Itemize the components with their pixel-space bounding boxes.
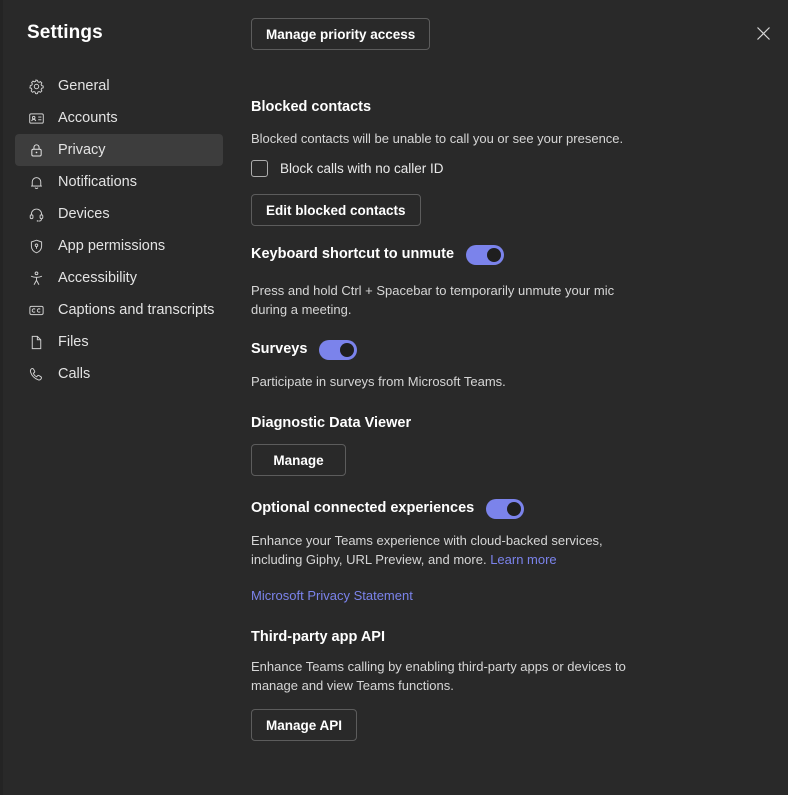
microsoft-privacy-statement-link[interactable]: Microsoft Privacy Statement — [251, 588, 413, 603]
sidebar-item-captions-and-transcripts[interactable]: Captions and transcripts — [15, 294, 223, 326]
block-no-caller-id-label: Block calls with no caller ID — [280, 161, 444, 176]
edit-blocked-contacts-button[interactable]: Edit blocked contacts — [251, 194, 421, 226]
learn-more-link[interactable]: Learn more — [490, 552, 556, 567]
sidebar-item-label: Calls — [58, 365, 91, 382]
sidebar-item-app-permissions[interactable]: App permissions — [15, 230, 223, 262]
sidebar-item-privacy[interactable]: Privacy — [15, 134, 223, 166]
sidebar-item-files[interactable]: Files — [15, 326, 223, 358]
keyboard-shortcut-description: Press and hold Ctrl + Spacebar to tempor… — [251, 283, 615, 317]
toggle-knob — [487, 248, 502, 262]
phone-icon — [27, 365, 45, 383]
optional-connected-experiences-row: Optional connected experiences — [251, 499, 525, 519]
shield-icon — [27, 237, 45, 255]
sidebar-item-label: Captions and transcripts — [58, 301, 215, 318]
page-title: Settings — [27, 22, 103, 43]
sidebar-item-label: Files — [58, 333, 89, 350]
sidebar-item-notifications[interactable]: Notifications — [15, 166, 223, 198]
sidebar-item-calls[interactable]: Calls — [15, 358, 223, 390]
accessibility-icon — [27, 269, 45, 287]
lock-icon — [27, 141, 45, 159]
diagnostic-manage-button[interactable]: Manage — [251, 444, 346, 476]
sidebar-item-label: Notifications — [58, 173, 137, 190]
file-icon — [27, 333, 45, 351]
toggle-knob — [507, 502, 522, 516]
surveys-description: Participate in surveys from Microsoft Te… — [251, 374, 506, 389]
settings-content-scroll-area[interactable]: Manage priority access Blocked contacts … — [235, 0, 788, 795]
sidebar-item-label: General — [58, 77, 110, 94]
bell-icon — [27, 173, 45, 191]
sidebar-item-devices[interactable]: Devices — [15, 198, 223, 230]
sidebar-item-accounts[interactable]: Accounts — [15, 102, 223, 134]
settings-dialog: Settings General Accounts Privacy Notifi… — [0, 0, 788, 795]
third-party-app-api-heading: Third-party app API — [251, 629, 385, 645]
keyboard-shortcut-toggle[interactable] — [466, 245, 505, 265]
manage-api-button[interactable]: Manage API — [251, 709, 358, 741]
sidebar-item-accessibility[interactable]: Accessibility — [15, 262, 223, 294]
sidebar-item-label: Devices — [58, 205, 110, 222]
surveys-heading: Surveys — [251, 341, 308, 358]
third-party-app-api-description: Enhance Teams calling by enabling third-… — [251, 659, 626, 693]
blocked-contacts-heading: Blocked contacts — [251, 99, 372, 115]
toggle-knob — [340, 343, 355, 357]
manage-priority-access-button[interactable]: Manage priority access — [251, 18, 431, 50]
keyboard-shortcut-row: Keyboard shortcut to unmute — [251, 245, 505, 265]
sidebar-item-label: Privacy — [58, 141, 106, 158]
sidebar-item-label: Accounts — [58, 109, 118, 126]
sidebar-item-general[interactable]: General — [15, 70, 223, 102]
block-no-caller-id-checkbox-row[interactable]: Block calls with no caller ID — [251, 160, 444, 177]
keyboard-shortcut-heading: Keyboard shortcut to unmute — [251, 246, 455, 263]
settings-sidebar: General Accounts Privacy Notifications D… — [3, 70, 235, 390]
optional-connected-experiences-toggle[interactable] — [486, 499, 525, 519]
optional-connected-experiences-heading: Optional connected experiences — [251, 500, 475, 517]
surveys-toggle[interactable] — [319, 340, 358, 360]
headset-icon — [27, 205, 45, 223]
closed-caption-icon — [27, 301, 45, 319]
blocked-contacts-description: Blocked contacts will be unable to call … — [251, 131, 624, 146]
optional-connected-experiences-description: Enhance your Teams experience with cloud… — [251, 532, 631, 570]
gear-icon — [27, 77, 45, 95]
sidebar-item-label: App permissions — [58, 237, 166, 254]
contact-card-icon — [27, 109, 45, 127]
block-no-caller-id-checkbox[interactable] — [251, 160, 268, 177]
diagnostic-data-viewer-heading: Diagnostic Data Viewer — [251, 415, 412, 431]
surveys-row: Surveys — [251, 340, 358, 360]
sidebar-item-label: Accessibility — [58, 269, 137, 286]
